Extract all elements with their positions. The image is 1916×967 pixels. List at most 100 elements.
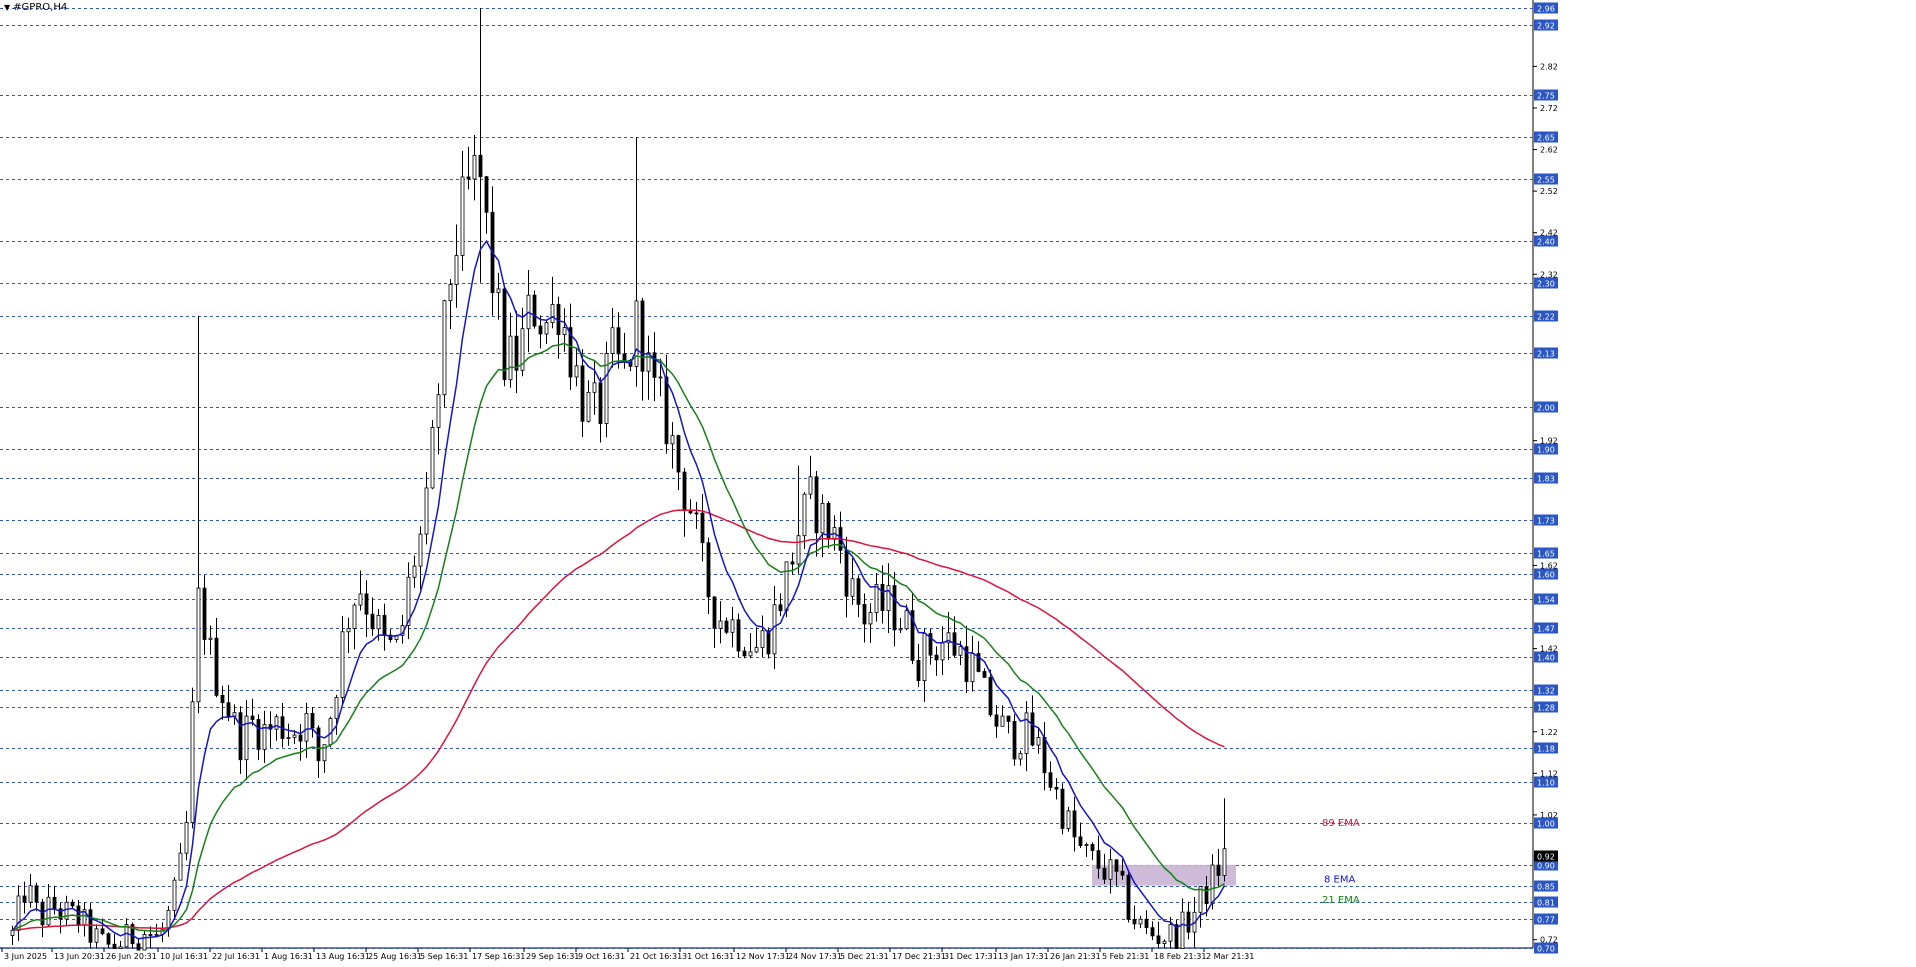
candle-body <box>502 288 507 381</box>
candle-body <box>298 734 303 742</box>
level-price-label: 1.47 <box>1537 625 1555 634</box>
candle-body <box>1000 715 1005 727</box>
candle-body <box>274 716 279 730</box>
candle-body <box>88 909 93 943</box>
candle-body <box>1222 848 1227 876</box>
candle-body <box>1216 864 1221 876</box>
level-price-label: 0.81 <box>1537 899 1555 908</box>
level-price-label: 2.13 <box>1537 350 1555 359</box>
candle-body <box>154 933 159 936</box>
candle-body <box>712 596 717 629</box>
candle-body <box>706 542 711 598</box>
candle-body <box>508 335 513 381</box>
candle-body <box>352 604 357 629</box>
level-price-label: 2.30 <box>1537 280 1555 289</box>
candle-body <box>1168 924 1173 942</box>
candle-body <box>1054 786 1059 790</box>
candle-body <box>196 587 201 703</box>
candle-body <box>46 896 51 926</box>
candle-body <box>766 630 771 655</box>
candle-body <box>598 382 603 424</box>
y-tick-label: 1.42 <box>1540 645 1558 654</box>
candle-body <box>1138 918 1143 925</box>
level-price-label: 2.96 <box>1537 5 1555 14</box>
x-tick-label: 24 Nov 17:31 <box>788 952 842 961</box>
candle-body <box>892 585 897 631</box>
y-tick-label: 1.92 <box>1540 437 1558 446</box>
candle-body <box>250 715 255 720</box>
level-price-label: 1.28 <box>1537 704 1555 713</box>
ema21-line <box>12 342 1225 932</box>
candle-body <box>484 176 489 213</box>
candle-body <box>358 593 363 606</box>
candle-body <box>844 549 849 597</box>
candle-body <box>1006 715 1011 722</box>
candle-body <box>346 628 351 633</box>
candle-body <box>580 365 585 422</box>
candle-body <box>418 533 423 567</box>
candle-body <box>412 565 417 578</box>
candle-body <box>1042 737 1047 774</box>
candle-body <box>448 284 453 302</box>
x-tick-label: 5 Dec 21:31 <box>840 952 889 961</box>
candle-body <box>544 322 549 335</box>
x-tick-label: 5 Sep 16:31 <box>420 952 468 961</box>
candle-body <box>1030 712 1035 746</box>
candle-body <box>106 933 111 945</box>
candle-body <box>1018 752 1023 760</box>
candle-body <box>442 300 447 396</box>
candle-body <box>1132 918 1137 925</box>
candle-body <box>664 376 669 445</box>
candle-body <box>496 288 501 294</box>
candle-body <box>652 352 657 378</box>
candle-body <box>94 928 99 943</box>
candle-body <box>778 604 783 612</box>
candle-body <box>1186 911 1191 933</box>
x-tick-label: 31 Dec 17:31 <box>944 952 998 961</box>
level-price-label: 2.65 <box>1537 134 1555 143</box>
candle-body <box>1036 737 1041 746</box>
candle-body <box>178 852 183 881</box>
level-price-label: 1.60 <box>1537 571 1555 580</box>
x-tick-label: 26 Jun 20:31 <box>106 952 157 961</box>
candle-body <box>436 394 441 428</box>
candle-body <box>220 694 225 704</box>
candle-body <box>1090 844 1095 852</box>
y-tick-label: 1.62 <box>1540 561 1558 570</box>
candle-body <box>310 712 315 729</box>
candle-body <box>616 327 621 355</box>
candle-body <box>286 737 291 739</box>
candle-body <box>70 901 75 907</box>
x-tick-label: 31 Oct 16:31 <box>682 952 734 961</box>
candle-body <box>1096 850 1101 869</box>
y-tick-label: 0.72 <box>1540 936 1558 945</box>
candle-body <box>748 651 753 657</box>
candle-body <box>826 502 831 540</box>
level-price-label: 2.40 <box>1537 238 1555 247</box>
x-tick-label: 5 Feb 21:31 <box>1102 952 1149 961</box>
candle-body <box>1066 810 1071 829</box>
candle-body <box>814 476 819 534</box>
dropdown-caret-icon[interactable]: ▼ <box>4 3 10 12</box>
candle-body <box>100 928 105 935</box>
x-tick-label: 13 Jan 17:31 <box>998 952 1049 961</box>
candle-body <box>304 712 309 742</box>
candle-body <box>796 535 801 565</box>
x-tick-label: 10 Jul 16:31 <box>160 952 208 961</box>
candle-body <box>52 896 57 910</box>
candle-body <box>214 637 219 696</box>
candle-body <box>874 583 879 614</box>
candle-body <box>1198 886 1203 913</box>
chart-title: ▼ #GPRO,H4 <box>4 2 67 13</box>
ema-annotation: 21 EMA <box>1322 895 1360 906</box>
candle-body <box>982 671 987 678</box>
x-tick-label: 12 Nov 17:31 <box>736 952 790 961</box>
candle-body <box>40 901 45 926</box>
candle-body <box>760 630 765 649</box>
candle-body <box>670 435 675 445</box>
ema-annotation: 89 EMA <box>1322 818 1360 829</box>
level-price-label: 1.32 <box>1537 687 1555 696</box>
candle-body <box>850 578 855 597</box>
level-price-label: 1.65 <box>1537 550 1555 559</box>
candle-body <box>340 631 345 698</box>
